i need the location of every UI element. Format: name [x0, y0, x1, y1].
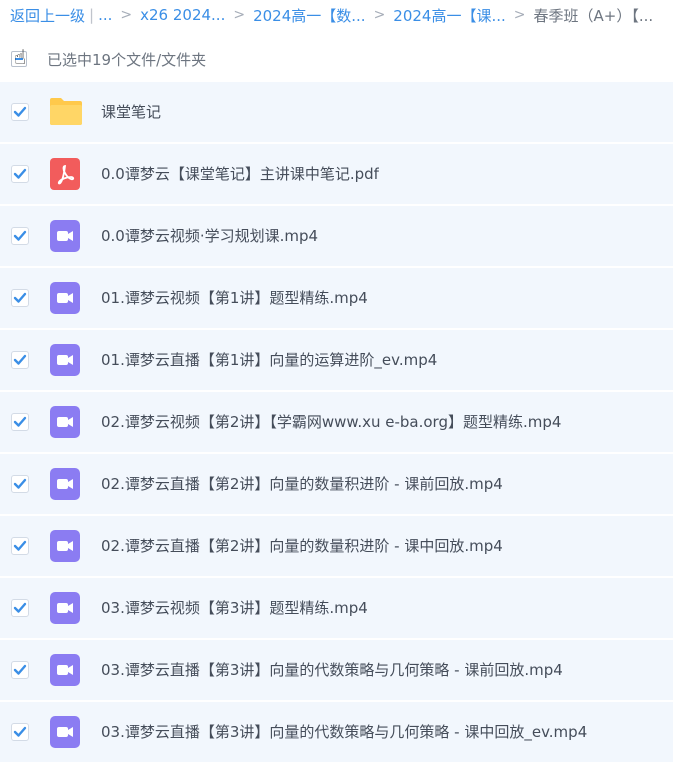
file-name[interactable]: 03.谭梦云直播【第3讲】向量的代数策略与几何策略 - 课前回放.mp4: [101, 640, 563, 700]
file-name[interactable]: 0.0谭梦云视频·学习规划课.mp4: [101, 206, 318, 266]
folder-icon: [49, 96, 82, 128]
file-name[interactable]: 03.谭梦云直播【第3讲】向量的代数策略与几何策略 - 课中回放_ev.mp4: [101, 702, 587, 762]
file-row[interactable]: 01.谭梦云直播【第1讲】向量的运算进阶_ev.mp4: [0, 330, 673, 392]
video-icon: [49, 468, 81, 500]
file-row[interactable]: 课堂笔记: [0, 82, 673, 144]
video-icon: [49, 592, 81, 624]
video-icon: [49, 716, 81, 748]
video-icon: [49, 344, 81, 376]
row-checkbox[interactable]: [11, 475, 29, 493]
file-name[interactable]: 02.谭梦云直播【第2讲】向量的数量积进阶 - 课中回放.mp4: [101, 516, 503, 576]
row-checkbox[interactable]: [11, 289, 29, 307]
row-checkbox[interactable]: [11, 227, 29, 245]
file-row[interactable]: 03.谭梦云直播【第3讲】向量的代数策略与几何策略 - 课中回放_ev.mp4: [0, 702, 673, 764]
file-row[interactable]: 0.0谭梦云【课堂笔记】主讲课中笔记.pdf: [0, 144, 673, 206]
hand-cursor-icon: ☝: [14, 45, 27, 69]
video-icon: [49, 406, 81, 438]
row-checkbox[interactable]: [11, 165, 29, 183]
breadcrumb: 返回上一级 | ... > x26 2024... > 2024高一【数... …: [0, 0, 673, 30]
row-checkbox[interactable]: [11, 537, 29, 555]
video-icon: [49, 530, 81, 562]
file-row[interactable]: 01.谭梦云视频【第1讲】题型精练.mp4: [0, 268, 673, 330]
breadcrumb-ellipsis[interactable]: ...: [98, 6, 112, 24]
file-name[interactable]: 课堂笔记: [101, 82, 161, 142]
video-icon: [49, 654, 81, 686]
file-row[interactable]: 02.谭梦云视频【第2讲】【学霸网www.xu e-ba.org】题型精练.mp…: [0, 392, 673, 454]
row-checkbox[interactable]: [11, 413, 29, 431]
file-name[interactable]: 01.谭梦云直播【第1讲】向量的运算进阶_ev.mp4: [101, 330, 437, 390]
file-name[interactable]: 01.谭梦云视频【第1讲】题型精练.mp4: [101, 268, 368, 328]
video-icon: [49, 220, 81, 252]
chevron-right-icon: >: [513, 7, 526, 23]
file-name[interactable]: 02.谭梦云直播【第2讲】向量的数量积进阶 - 课前回放.mp4: [101, 454, 503, 514]
row-checkbox[interactable]: [11, 103, 29, 121]
back-link[interactable]: 返回上一级: [10, 5, 85, 26]
file-row[interactable]: 02.谭梦云直播【第2讲】向量的数量积进阶 - 课前回放.mp4: [0, 454, 673, 516]
row-checkbox[interactable]: [11, 723, 29, 741]
file-row[interactable]: 02.谭梦云直播【第2讲】向量的数量积进阶 - 课中回放.mp4: [0, 516, 673, 578]
breadcrumb-item[interactable]: 2024高一【数...: [253, 5, 365, 26]
selection-summary: 已选中19个文件/文件夹: [47, 50, 207, 69]
chevron-right-icon: >: [233, 7, 246, 23]
breadcrumb-divider: |: [89, 6, 95, 24]
file-row[interactable]: 03.谭梦云视频【第3讲】题型精练.mp4: [0, 578, 673, 640]
breadcrumb-item[interactable]: 2024高一【课...: [393, 5, 505, 26]
breadcrumb-current: 春季班（A+）【...: [533, 6, 654, 25]
file-row[interactable]: 03.谭梦云直播【第3讲】向量的代数策略与几何策略 - 课前回放.mp4: [0, 640, 673, 702]
chevron-right-icon: >: [120, 7, 133, 23]
chevron-right-icon: >: [373, 7, 386, 23]
file-list: 课堂笔记 0.0谭梦云【课堂笔记】主讲课中笔记.pdf 0.0谭梦云视频·学习规划课…: [0, 82, 673, 764]
selection-bar: ☝ 已选中19个文件/文件夹: [0, 40, 673, 78]
file-name[interactable]: 03.谭梦云视频【第3讲】题型精练.mp4: [101, 578, 368, 638]
breadcrumb-item[interactable]: x26 2024...: [140, 6, 225, 24]
pdf-icon: [49, 158, 81, 190]
file-name[interactable]: 02.谭梦云视频【第2讲】【学霸网www.xu e-ba.org】题型精练.mp…: [101, 392, 561, 452]
row-checkbox[interactable]: [11, 351, 29, 369]
video-icon: [49, 282, 81, 314]
row-checkbox[interactable]: [11, 599, 29, 617]
file-row[interactable]: 0.0谭梦云视频·学习规划课.mp4: [0, 206, 673, 268]
row-checkbox[interactable]: [11, 661, 29, 679]
file-name[interactable]: 0.0谭梦云【课堂笔记】主讲课中笔记.pdf: [101, 144, 379, 204]
